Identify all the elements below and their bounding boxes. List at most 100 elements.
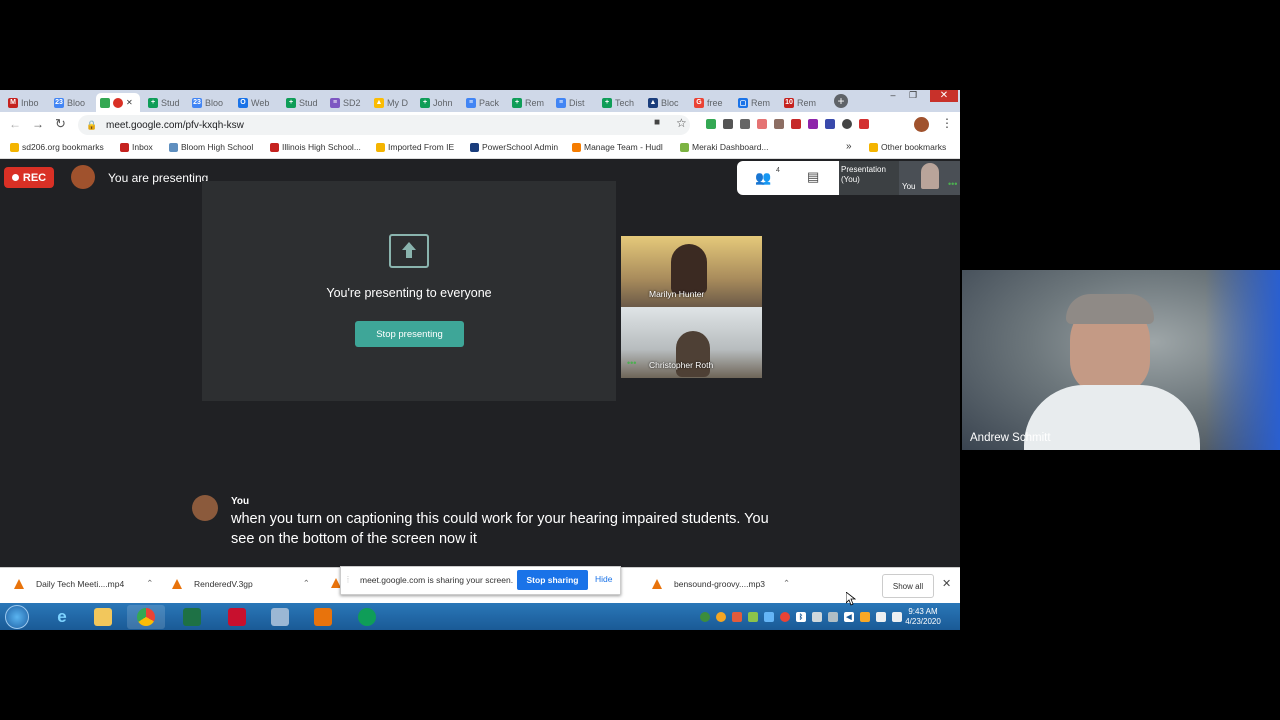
extension-icon[interactable] [774, 119, 784, 129]
chevron-up-icon[interactable]: ⌃ [303, 578, 310, 589]
bookmark-item[interactable]: Inbox [120, 142, 153, 152]
extension-icon[interactable] [740, 119, 750, 129]
drag-handle-icon[interactable]: ⦙ [347, 574, 349, 585]
taskbar-clock[interactable]: 9:43 AM 4/23/2020 [903, 607, 943, 627]
tray-icon[interactable] [764, 612, 774, 622]
taskbar-hangouts[interactable] [348, 605, 386, 629]
rec-label: REC [22, 171, 47, 184]
browser-tab[interactable]: + Stud [282, 93, 326, 112]
bookmark-item[interactable]: Bloom High School [169, 142, 253, 152]
chat-icon[interactable]: ▤ [807, 169, 819, 185]
extension-icon[interactable] [757, 119, 767, 129]
star-icon[interactable]: ☆ [676, 116, 687, 130]
taskbar-explorer[interactable] [84, 605, 122, 629]
browser-tab[interactable]: ≡ Pack [462, 93, 506, 112]
bluetooth-icon[interactable]: ᛒ [796, 612, 806, 622]
show-all-button[interactable]: Show all [882, 574, 934, 598]
browser-tab[interactable]: 10 Rem [780, 93, 824, 112]
close-downloads-icon[interactable]: ✕ [942, 577, 951, 590]
browser-tab[interactable]: 23 Bloo [188, 93, 232, 112]
tray-icon[interactable] [700, 612, 710, 622]
participant-tile[interactable]: ••• Christopher Roth [621, 307, 762, 378]
taskbar-ie[interactable]: e [43, 605, 81, 629]
share-notice-text: meet.google.com is sharing your screen. [360, 575, 514, 585]
tab-active-meet[interactable]: ✕ [96, 93, 140, 112]
participant-tile[interactable]: Marilyn Hunter [621, 236, 762, 307]
tray-icon[interactable] [748, 612, 758, 622]
presentation-thumbnail[interactable]: Presentation (You) [839, 161, 899, 195]
profile-avatar[interactable] [914, 117, 929, 132]
window-close-button[interactable]: ✕ [930, 90, 958, 102]
tray-icon[interactable] [828, 612, 838, 622]
restore-button[interactable]: ❐ [906, 90, 920, 101]
bookmark-item[interactable]: PowerSchool Admin [470, 142, 558, 152]
presenter-hair [1066, 294, 1154, 324]
address-bar[interactable]: 🔒 meet.google.com/pfv-kxqh-ksw [78, 115, 690, 135]
browser-tab[interactable]: 23 Bloo [50, 93, 94, 112]
menu-kebab-icon[interactable]: ⋮ [941, 116, 953, 130]
tab-label: My D [387, 97, 408, 108]
bookmark-item[interactable]: Manage Team - Hudl [572, 142, 663, 152]
taskbar-app[interactable] [261, 605, 299, 629]
tray-icon[interactable] [716, 612, 726, 622]
stop-sharing-button[interactable]: Stop sharing [517, 570, 588, 590]
extension-icon[interactable] [723, 119, 733, 129]
download-item[interactable]: Daily Tech Meeti....mp4 ⌃ [14, 578, 153, 589]
browser-tab[interactable]: ≡ Dist [552, 93, 596, 112]
browser-tab[interactable]: + Stud [144, 93, 188, 112]
download-item[interactable]: RenderedV.3gp ⌃ [172, 578, 310, 589]
people-icon[interactable]: 👥 [755, 170, 771, 186]
extension-icon[interactable] [842, 119, 852, 129]
extension-icon[interactable] [706, 119, 716, 129]
taskbar-chrome[interactable] [127, 605, 165, 629]
other-bookmarks[interactable]: Other bookmarks [869, 142, 946, 152]
taskbar-acrobat[interactable] [218, 605, 256, 629]
camera-icon[interactable]: ■ [654, 117, 660, 128]
chevron-up-icon[interactable]: ⌃ [783, 578, 790, 589]
taskbar-excel[interactable] [173, 605, 211, 629]
browser-tab[interactable]: O Web [234, 93, 278, 112]
browser-tab[interactable]: M Inbo [4, 93, 48, 112]
reload-icon[interactable]: ↻ [55, 116, 66, 132]
extension-icon[interactable] [859, 119, 869, 129]
forward-icon[interactable]: → [32, 117, 44, 131]
download-item[interactable]: bensound-groovy....mp3 ⌃ [652, 578, 790, 589]
taskbar-vlc[interactable] [304, 605, 342, 629]
browser-tab[interactable]: + John [416, 93, 460, 112]
url-text: meet.google.com/pfv-kxqh-ksw [106, 120, 244, 131]
minimize-button[interactable]: – [886, 90, 900, 101]
hide-button[interactable]: Hide [595, 574, 612, 584]
browser-tab[interactable]: + Tech [598, 93, 642, 112]
bookmark-icon [680, 142, 689, 152]
back-icon[interactable]: ← [9, 117, 21, 131]
extension-icon[interactable] [808, 119, 818, 129]
browser-tab[interactable]: ▢ Rem [734, 93, 778, 112]
self-thumbnail[interactable]: You ••• [899, 161, 960, 195]
extension-icon[interactable] [825, 119, 835, 129]
tray-icon[interactable] [860, 612, 870, 622]
bookmark-item[interactable]: Meraki Dashboard... [680, 142, 769, 152]
new-tab-button[interactable]: + [834, 94, 848, 108]
tray-icon[interactable] [812, 612, 822, 622]
volume-icon[interactable]: ◀ [844, 612, 854, 622]
start-button[interactable] [5, 605, 29, 629]
browser-tab[interactable]: Gfree [690, 93, 734, 112]
browser-tab[interactable]: ▲ My D [370, 93, 414, 112]
participant-name: Marilyn Hunter [649, 289, 705, 299]
bookmark-item[interactable]: Illinois High School... [270, 142, 361, 152]
browser-tab[interactable]: + Rem [508, 93, 552, 112]
chevron-up-icon[interactable]: ⌃ [146, 578, 153, 589]
bookmark-item[interactable]: Imported From IE [376, 142, 454, 152]
network-icon[interactable] [892, 612, 902, 622]
tray-icon[interactable] [732, 612, 742, 622]
participant-count: 4 [776, 167, 780, 174]
browser-tab[interactable]: ▲ Bloc [644, 93, 688, 112]
tab-close-icon[interactable]: ✕ [126, 98, 133, 107]
browser-tab[interactable]: ≡ SD2 [326, 93, 370, 112]
bookmarks-overflow-chevron[interactable]: » [846, 141, 852, 152]
stop-presenting-button[interactable]: Stop presenting [355, 321, 464, 347]
tray-icon[interactable] [780, 612, 790, 622]
bookmark-item[interactable]: sd206.org bookmarks [10, 142, 104, 152]
flag-icon[interactable] [876, 612, 886, 622]
extension-icon[interactable] [791, 119, 801, 129]
